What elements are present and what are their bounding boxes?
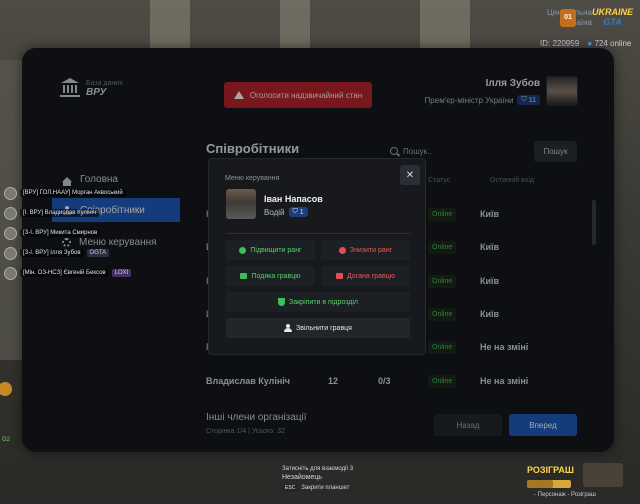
promote-button[interactable]: Підвищити ранг (226, 240, 315, 260)
modal-title: Меню керування (225, 175, 280, 182)
avatar (4, 266, 17, 280)
thanks-button[interactable]: Подяка гравцю (226, 266, 315, 286)
player-extra: OGTA (86, 249, 110, 257)
fire-label: Звільнити гравця (296, 324, 352, 332)
close-icon: ✕ (405, 169, 415, 181)
close-tablet-label: Закрити планшет (301, 485, 350, 491)
list-item: [І. ВРУ] Владислав Кулініч (4, 203, 136, 223)
left-indicator: G2 (2, 437, 11, 443)
player-role: Водій (264, 207, 285, 217)
stranger-hint: Незайомець (282, 474, 322, 481)
online-icon: ● (587, 39, 593, 48)
player-role-row: Водій ⛉ 1 (264, 207, 308, 217)
player-level-badge: ⛉ 1 (288, 207, 308, 217)
esc-key: ESC (282, 484, 299, 492)
player-tag: [Мін. ОЗ-НСЗ] Євгеній Бексов (20, 269, 109, 277)
thumbs-down-icon (335, 273, 343, 279)
assign-unit-button[interactable]: Закріпити в підрозділ (226, 292, 410, 312)
persona-line: - Персонаж - Розіграш (534, 492, 596, 498)
region-badge: 01 (560, 9, 576, 27)
stranger-text: Незайомець (282, 474, 323, 481)
player-name: Іван Напасов (264, 194, 323, 204)
fire-player-button[interactable]: Звільнити гравця (226, 318, 410, 338)
avatar (4, 186, 17, 200)
thumbs-up-icon (240, 273, 248, 279)
arrow-down-icon (338, 246, 346, 254)
hint-text: Затисніть для взаємодії 3 (282, 466, 354, 472)
player-tag: [І. ВРУ] Владислав Кулініч (20, 209, 100, 217)
demote-button[interactable]: Знизити ранг (321, 240, 410, 260)
player-tag: [З-І. ВРУ] Ілля Зубов (20, 249, 84, 257)
thanks-label: Подяка гравцю (251, 272, 301, 280)
arrow-up-icon (239, 246, 247, 254)
reprimand-label: Догана гравцю (346, 272, 396, 280)
player-tag: [ВРУ] ГОЛ.НААУ] Морган Аквоський (20, 189, 126, 197)
player-id: ID: 220959 (540, 39, 580, 48)
progress-fill (527, 480, 554, 488)
player-level: 1 (299, 208, 304, 216)
background-column (420, 0, 470, 55)
logo-line2: GTA (603, 17, 622, 27)
player-avatar (226, 189, 256, 219)
giveaway-image (583, 463, 623, 487)
nearby-players-list: [ВРУ] ГОЛ.НААУ] Морган Аквоський [І. ВРУ… (4, 183, 136, 283)
close-tablet-hint: ESC Закрити планшет (282, 484, 349, 492)
person-remove-icon (284, 324, 293, 332)
list-item: [З-І. ВРУ] Ілля Зубов OGTA (4, 243, 136, 263)
online-count: 724 online (594, 39, 632, 48)
hud-ids: ID: 220959 ● 724 online (540, 39, 631, 48)
close-button[interactable]: ✕ (400, 165, 420, 185)
player-extra: LOXI (111, 269, 132, 277)
shield-icon (278, 298, 285, 306)
giveaway-title: РОЗІГРАШ (527, 465, 574, 475)
interaction-hint: Затисніть для взаємодії 3 (282, 466, 353, 472)
demote-label: Знизити ранг (349, 246, 393, 254)
list-item: [З-І. ВРУ] Микита Смирнов (4, 223, 136, 243)
reprimand-button[interactable]: Догана гравцю (321, 266, 410, 286)
promote-label: Підвищити ранг (250, 246, 302, 254)
list-item: [Мін. ОЗ-НСЗ] Євгеній Бексов LOXI (4, 263, 136, 283)
management-modal: Меню керування ✕ Іван Напасов Водій ⛉ 1 … (208, 158, 426, 355)
avatar (4, 246, 17, 260)
shield-icon: ⛉ (292, 208, 298, 215)
avatar (4, 226, 17, 240)
player-tag: [З-І. ВРУ] Микита Смирнов (20, 229, 101, 237)
list-item: [ВРУ] ГОЛ.НААУ] Морган Аквоський (4, 183, 136, 203)
progress-bar (527, 480, 571, 488)
avatar (4, 206, 17, 220)
server-logo: UKRAINE GTA (592, 7, 633, 27)
assign-label: Закріпити в підрозділ (289, 298, 358, 306)
logo-line1: UKRAINE (592, 7, 634, 17)
divider (226, 233, 410, 234)
